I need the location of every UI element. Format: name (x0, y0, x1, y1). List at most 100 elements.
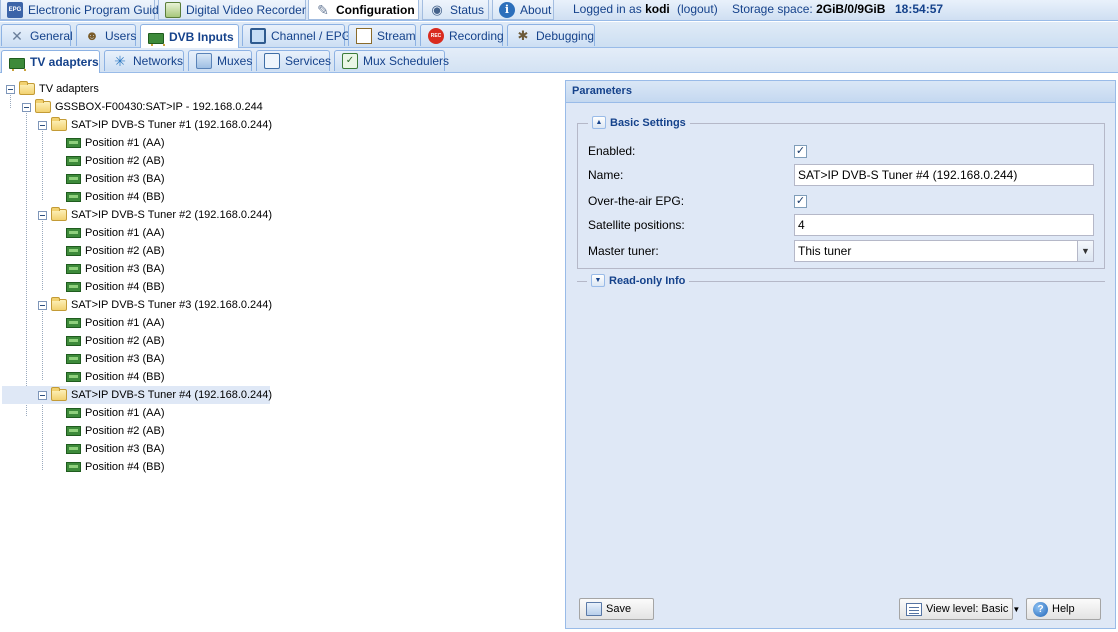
tab-mux-schedulers[interactable]: ✓ Mux Schedulers (334, 50, 449, 71)
read-only-info-legend[interactable]: ▼ Read-only Info (587, 274, 690, 287)
satellite-positions-field[interactable] (794, 214, 1094, 236)
tree-node-position[interactable]: Position #1 (AA) (66, 404, 164, 422)
basic-settings-legend[interactable]: ▲ Basic Settings (588, 116, 690, 129)
chevron-down-icon[interactable]: ▼ (1077, 240, 1094, 262)
save-button[interactable]: Save (579, 598, 654, 620)
collapse-up-icon[interactable]: ▲ (592, 116, 606, 129)
tree-node-position[interactable]: Position #4 (BB) (66, 278, 164, 296)
tree-node-position[interactable]: Position #3 (BA) (66, 440, 164, 458)
tuner-card-icon (148, 32, 165, 46)
epg-label: Over-the-air EPG: (588, 194, 685, 208)
tree-node-tuner-2[interactable]: SAT>IP DVB-S Tuner #2 (192.168.0.244) (38, 206, 272, 224)
tree-node-tuner-3[interactable]: SAT>IP DVB-S Tuner #3 (192.168.0.244) (38, 296, 272, 314)
tree-node-label: Position #3 (BA) (85, 353, 165, 365)
collapse-toggle-icon[interactable] (38, 210, 47, 220)
info-icon: i (499, 1, 515, 18)
master-tuner-row: Master tuner: ▼ (588, 240, 1094, 262)
tree-node-position[interactable]: Position #2 (AB) (66, 152, 164, 170)
master-tuner-select[interactable]: ▼ (794, 240, 1094, 262)
tree-node-label: Position #3 (BA) (85, 173, 165, 185)
tab-networks[interactable]: ✳ Networks (104, 50, 184, 71)
network-icon: ✳ (114, 53, 126, 69)
tab-services[interactable]: Services (256, 50, 332, 71)
tree-connector (42, 308, 43, 380)
tree-node-position[interactable]: Position #4 (BB) (66, 188, 164, 206)
tree-node-label: SAT>IP DVB-S Tuner #4 (192.168.0.244) (71, 389, 273, 401)
tree-node-position[interactable]: Position #1 (AA) (66, 314, 164, 332)
tree-node-label: Position #4 (BB) (85, 281, 165, 293)
tab-label: Channel / EPG (271, 28, 352, 43)
tuner-card-icon (66, 426, 81, 436)
tree-node-label: Position #4 (BB) (85, 191, 165, 203)
collapse-toggle-icon[interactable] (22, 102, 31, 112)
tree-node-position[interactable]: Position #1 (AA) (66, 224, 164, 242)
collapse-toggle-icon[interactable] (38, 300, 47, 310)
epg-row: Over-the-air EPG: ✓ (588, 190, 807, 212)
tree-node-label: TV adapters (39, 83, 99, 95)
folder-icon (51, 207, 67, 221)
tree-node-position[interactable]: Position #4 (BB) (66, 458, 164, 476)
tuner-card-icon (66, 408, 81, 418)
tree-node-position[interactable]: Position #2 (AB) (66, 242, 164, 260)
tab-label: About (520, 2, 552, 17)
clock: 18:54:57 (895, 2, 944, 16)
tab-recording[interactable]: REC Recording (420, 24, 504, 46)
save-label: Save (606, 603, 632, 615)
tree-node-position[interactable]: Position #3 (BA) (66, 260, 164, 278)
expand-down-icon[interactable]: ▼ (591, 274, 605, 287)
tuner-card-icon (66, 138, 81, 148)
view-level-button[interactable]: View level: Basic ▼ (899, 598, 1020, 620)
tree-node-position[interactable]: Position #3 (BA) (66, 170, 164, 188)
epg-checkbox[interactable]: ✓ (794, 194, 807, 208)
tree-node-position[interactable]: Position #4 (BB) (66, 368, 164, 386)
tab-about[interactable]: i About (492, 0, 554, 20)
tab-debugging[interactable]: ✱ Debugging (507, 24, 595, 46)
tuner-card-icon (66, 156, 81, 166)
tree-node-position[interactable]: Position #1 (AA) (66, 134, 164, 152)
enabled-checkbox[interactable]: ✓ (794, 144, 807, 158)
collapse-toggle-icon[interactable] (38, 120, 47, 130)
tree-node-position[interactable]: Position #3 (BA) (66, 350, 164, 368)
help-icon: ? (1033, 601, 1048, 617)
tab-electronic-program-guide[interactable]: EPG Electronic Program Guide (0, 0, 165, 20)
tv-adapters-tree: TV adapters GSSBOX-F00430:SAT>IP - 192.1… (0, 78, 560, 632)
tree-node-tuner-4[interactable]: SAT>IP DVB-S Tuner #4 (192.168.0.244) (2, 386, 273, 404)
tab-channel-epg[interactable]: Channel / EPG (242, 24, 351, 46)
help-button[interactable]: ? Help (1026, 598, 1101, 620)
tab-status[interactable]: ◉ Status (422, 0, 489, 20)
name-field[interactable] (794, 164, 1094, 186)
tv-icon (250, 27, 266, 44)
tree-root-tv-adapters[interactable]: TV adapters (6, 80, 99, 98)
tab-users[interactable]: ☻ Users (76, 24, 136, 46)
stream-icon (356, 27, 372, 44)
tab-general[interactable]: ✕ General (1, 24, 73, 46)
read-only-info-fieldset: ▼ Read-only Info (577, 274, 1105, 287)
tab-configuration[interactable]: ✎ Configuration (308, 0, 419, 20)
tree-node-position[interactable]: Position #2 (AB) (66, 332, 164, 350)
panel-title: Parameters (566, 81, 1115, 103)
master-tuner-value[interactable] (794, 240, 1094, 262)
logout-link[interactable]: (logout) (677, 2, 718, 16)
bug-icon: ✱ (517, 27, 529, 43)
tab-stream[interactable]: Stream (348, 24, 416, 46)
legend-label: Basic Settings (610, 116, 686, 129)
tab-muxes[interactable]: Muxes (188, 50, 252, 71)
tab-label: Services (285, 54, 332, 68)
tab-digital-video-recorder[interactable]: Digital Video Recorder (158, 0, 306, 20)
tab-dvb-inputs[interactable]: DVB Inputs (140, 24, 239, 48)
name-row: Name: (588, 164, 1094, 186)
tuner-card-icon (66, 282, 81, 292)
tab-tv-adapters[interactable]: TV adapters (1, 50, 100, 73)
tree-node-label: Position #1 (AA) (85, 407, 165, 419)
tree-node-label: GSSBOX-F00430:SAT>IP - 192.168.0.244 (55, 101, 263, 113)
view-level-label: View level: Basic (926, 603, 1009, 615)
tuner-card-icon (66, 174, 81, 184)
login-status: Logged in as kodi (573, 2, 670, 16)
tree-node-tuner-1[interactable]: SAT>IP DVB-S Tuner #1 (192.168.0.244) (38, 116, 272, 134)
collapse-toggle-icon[interactable] (6, 84, 15, 94)
tab-label: Digital Video Recorder (186, 2, 306, 17)
tree-node-server[interactable]: GSSBOX-F00430:SAT>IP - 192.168.0.244 (22, 98, 263, 116)
tree-node-position[interactable]: Position #2 (AB) (66, 422, 164, 440)
tree-node-label: Position #1 (AA) (85, 317, 165, 329)
collapse-toggle-icon[interactable] (38, 390, 47, 400)
